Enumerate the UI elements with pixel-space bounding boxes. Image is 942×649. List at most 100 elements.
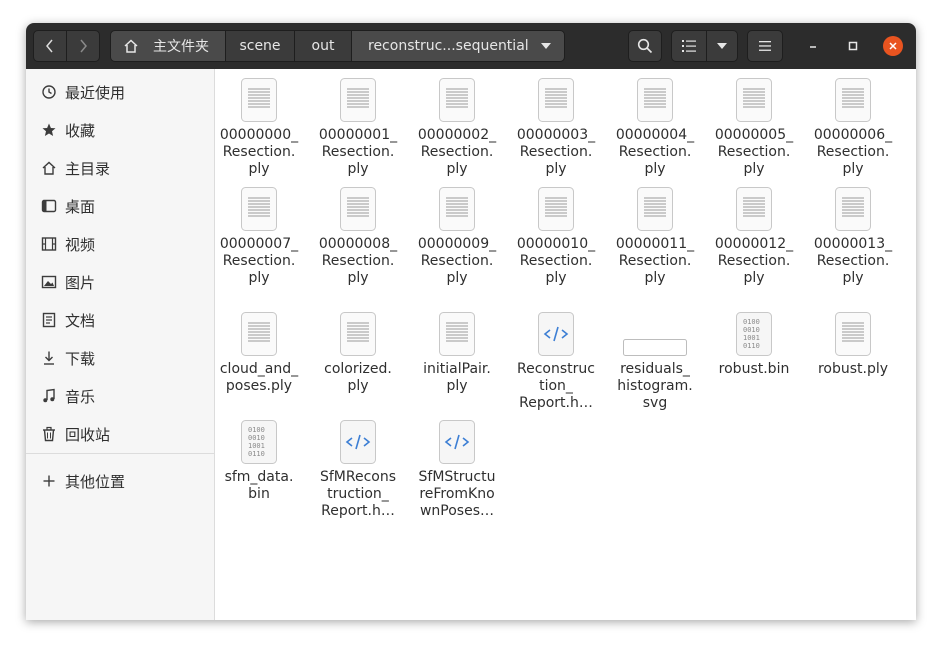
maximize-icon: [848, 41, 858, 51]
file-item[interactable]: 00000004_ Resection. ply: [607, 77, 703, 178]
sidebar-item-other-locations[interactable]: 其他位置: [26, 462, 214, 500]
home-icon: [39, 160, 59, 176]
text-file-icon: [735, 77, 773, 123]
video-icon: [39, 236, 59, 252]
sidebar-item-label: 音乐: [65, 387, 96, 406]
breadcrumb-label: out: [311, 38, 335, 54]
text-file-icon: [339, 186, 377, 232]
svg-text:0100: 0100: [248, 426, 265, 434]
sidebar-item-label: 文档: [65, 311, 96, 330]
text-file-icon: [438, 77, 476, 123]
file-item[interactable]: 00000008_ Resection. ply: [310, 186, 406, 287]
sidebar-item-trash[interactable]: 回收站: [26, 415, 214, 453]
sidebar-item-downloads[interactable]: 下载: [26, 339, 214, 377]
sidebar-item-recent[interactable]: 最近使用: [26, 73, 214, 111]
sidebar-item-starred[interactable]: 收藏: [26, 111, 214, 149]
file-name: SfMStructu reFromKno wnPoses…: [418, 469, 496, 519]
sidebar: 最近使用 收藏 主目录 桌面 视频 图片 文档 下载 音乐 回收站 其他位置: [26, 69, 215, 620]
back-button[interactable]: [33, 30, 67, 62]
html-file-icon: [339, 419, 377, 465]
text-file-icon: [735, 186, 773, 232]
breadcrumb-label: reconstruc...sequential: [368, 38, 529, 54]
svg-text:0100: 0100: [743, 318, 760, 326]
file-item[interactable]: 00000010_ Resection. ply: [508, 186, 604, 287]
file-item[interactable]: 00000007_ Resection. ply: [211, 186, 307, 287]
file-name: 00000012_ Resection. ply: [714, 236, 794, 286]
file-item[interactable]: SfMStructu reFromKno wnPoses…: [409, 419, 505, 520]
svg-text:0110: 0110: [248, 450, 265, 458]
sidebar-item-music[interactable]: 音乐: [26, 377, 214, 415]
breadcrumb-home[interactable]: 主文件夹: [110, 30, 226, 62]
search-button[interactable]: [628, 30, 662, 62]
file-name: SfMRecons truction_ Report.h…: [319, 469, 397, 519]
file-item[interactable]: Reconstruc tion_ Report.h…: [508, 311, 604, 412]
trash-icon: [39, 426, 59, 442]
sidebar-item-documents[interactable]: 文档: [26, 301, 214, 339]
svg-text:0010: 0010: [248, 434, 265, 442]
text-file-icon: [240, 311, 278, 357]
list-view-icon: [682, 40, 696, 52]
maximize-button[interactable]: [843, 36, 863, 56]
text-file-icon: [339, 311, 377, 357]
file-item[interactable]: 00000013_ Resection. ply: [805, 186, 901, 287]
file-item[interactable]: 0100 0010 1001 0110 sfm_data. bin: [211, 419, 307, 503]
breadcrumb-scene[interactable]: scene: [225, 30, 295, 62]
html-file-icon: [438, 419, 476, 465]
sidebar-item-home[interactable]: 主目录: [26, 149, 214, 187]
chevron-down-icon: [541, 43, 551, 49]
file-name: 00000008_ Resection. ply: [318, 236, 398, 286]
text-file-icon: [438, 186, 476, 232]
file-item[interactable]: 00000005_ Resection. ply: [706, 77, 802, 178]
file-name: colorized. ply: [324, 361, 392, 394]
file-name: 00000010_ Resection. ply: [516, 236, 596, 286]
forward-button[interactable]: [66, 30, 100, 62]
file-name: cloud_and_ poses.ply: [219, 361, 299, 394]
text-file-icon: [834, 311, 872, 357]
close-button[interactable]: [883, 36, 903, 56]
sidebar-divider: [26, 453, 214, 454]
file-manager-window: 主文件夹 scene out reconstruc...sequential 最…: [26, 23, 916, 620]
text-file-icon: [240, 77, 278, 123]
sidebar-item-label: 图片: [65, 273, 96, 292]
file-item[interactable]: 00000009_ Resection. ply: [409, 186, 505, 287]
sidebar-item-desktop[interactable]: 桌面: [26, 187, 214, 225]
breadcrumb-out[interactable]: out: [294, 30, 352, 62]
file-item[interactable]: 0100 0010 1001 0110 robust.bin: [706, 311, 802, 378]
file-item[interactable]: 00000012_ Resection. ply: [706, 186, 802, 287]
file-name: Reconstruc tion_ Report.h…: [517, 361, 595, 411]
file-item[interactable]: SfMRecons truction_ Report.h…: [310, 419, 406, 520]
view-options-button[interactable]: [706, 30, 738, 62]
file-item[interactable]: colorized. ply: [310, 311, 406, 395]
sidebar-item-pictures[interactable]: 图片: [26, 263, 214, 301]
file-name: residuals_ histogram. svg: [617, 361, 693, 411]
file-name: 00000005_ Resection. ply: [714, 127, 794, 177]
sidebar-item-label: 视频: [65, 235, 96, 254]
file-item[interactable]: robust.ply: [805, 311, 901, 378]
file-item[interactable]: 00000006_ Resection. ply: [805, 77, 901, 178]
header-bar: 主文件夹 scene out reconstruc...sequential: [26, 23, 916, 69]
file-item[interactable]: initialPair. ply: [409, 311, 505, 395]
chevron-left-icon: [46, 39, 53, 53]
file-item[interactable]: 00000001_ Resection. ply: [310, 77, 406, 178]
list-view-button[interactable]: [671, 30, 707, 62]
file-item[interactable]: 00000002_ Resection. ply: [409, 77, 505, 178]
binary-file-icon: 0100 0010 1001 0110: [735, 311, 773, 357]
text-file-icon: [834, 77, 872, 123]
breadcrumb-current[interactable]: reconstruc...sequential: [351, 30, 565, 62]
minimize-button[interactable]: [803, 36, 823, 56]
search-icon: [637, 38, 653, 54]
chevron-down-icon: [717, 43, 727, 49]
sidebar-item-label: 主目录: [65, 159, 111, 178]
file-name: 00000001_ Resection. ply: [318, 127, 398, 177]
breadcrumb-label: 主文件夹: [153, 39, 209, 55]
file-item[interactable]: 00000000_ Resection. ply: [211, 77, 307, 178]
file-item[interactable]: 00000011_ Resection. ply: [607, 186, 703, 287]
sidebar-item-videos[interactable]: 视频: [26, 225, 214, 263]
sidebar-item-label: 其他位置: [65, 472, 126, 491]
menu-button[interactable]: [747, 30, 783, 62]
text-file-icon: [636, 77, 674, 123]
file-item[interactable]: residuals_ histogram. svg: [607, 311, 703, 412]
file-item[interactable]: cloud_and_ poses.ply: [211, 311, 307, 395]
file-item[interactable]: 00000003_ Resection. ply: [508, 77, 604, 178]
binary-file-icon: 0100 0010 1001 0110: [240, 419, 278, 465]
